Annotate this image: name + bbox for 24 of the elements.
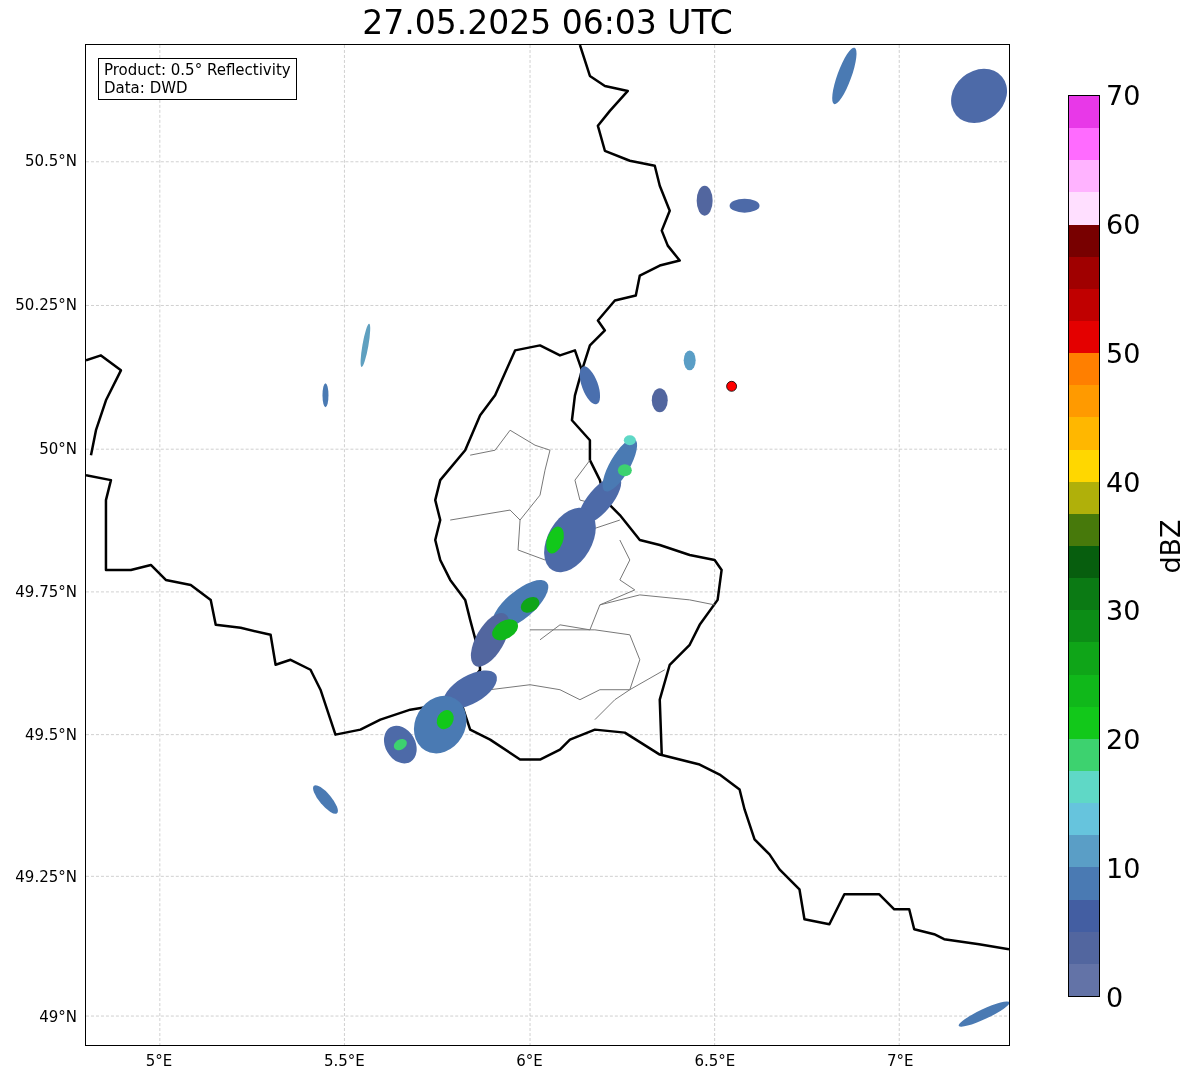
axis-tick-label: 50.25°N	[15, 296, 77, 314]
colorbar-tick-label: 40	[1106, 466, 1141, 498]
colorbar-tick-label: 50	[1106, 337, 1141, 369]
colorbar-label: dBZ	[1154, 518, 1186, 574]
axis-tick-label: 6.5°E	[694, 1052, 736, 1070]
colorbar-tick-label: 30	[1106, 594, 1141, 626]
axis-tick-label: 50°N	[39, 440, 77, 458]
colorbar-tick-label: 0	[1106, 981, 1124, 1013]
chart-title: 27.05.2025 06:03 UTC	[361, 1, 734, 44]
axis-tick-label: 49.75°N	[15, 583, 77, 601]
axis-tick-label: 49.25°N	[15, 868, 77, 886]
axis-tick-label: 50.5°N	[24, 152, 77, 170]
axis-tick-label: 49.5°N	[24, 726, 77, 744]
axis-tick-label: 5°E	[145, 1052, 173, 1070]
axis-tick-label: 49°N	[39, 1008, 77, 1026]
colorbar-tick-label: 60	[1106, 208, 1141, 240]
colorbar-tick-label: 20	[1106, 723, 1141, 755]
legend-text: Data: DWD	[104, 79, 189, 97]
axis-tick-label: 6°E	[516, 1052, 543, 1070]
colorbar-tick-label: 10	[1106, 852, 1141, 884]
axis-tick-label: 5.5°E	[323, 1052, 365, 1070]
colorbar-tick-label: 70	[1106, 79, 1141, 111]
legend-text: Product: 0.5° Reflectivity	[104, 61, 291, 79]
axis-tick-label: 7°E	[886, 1052, 914, 1070]
